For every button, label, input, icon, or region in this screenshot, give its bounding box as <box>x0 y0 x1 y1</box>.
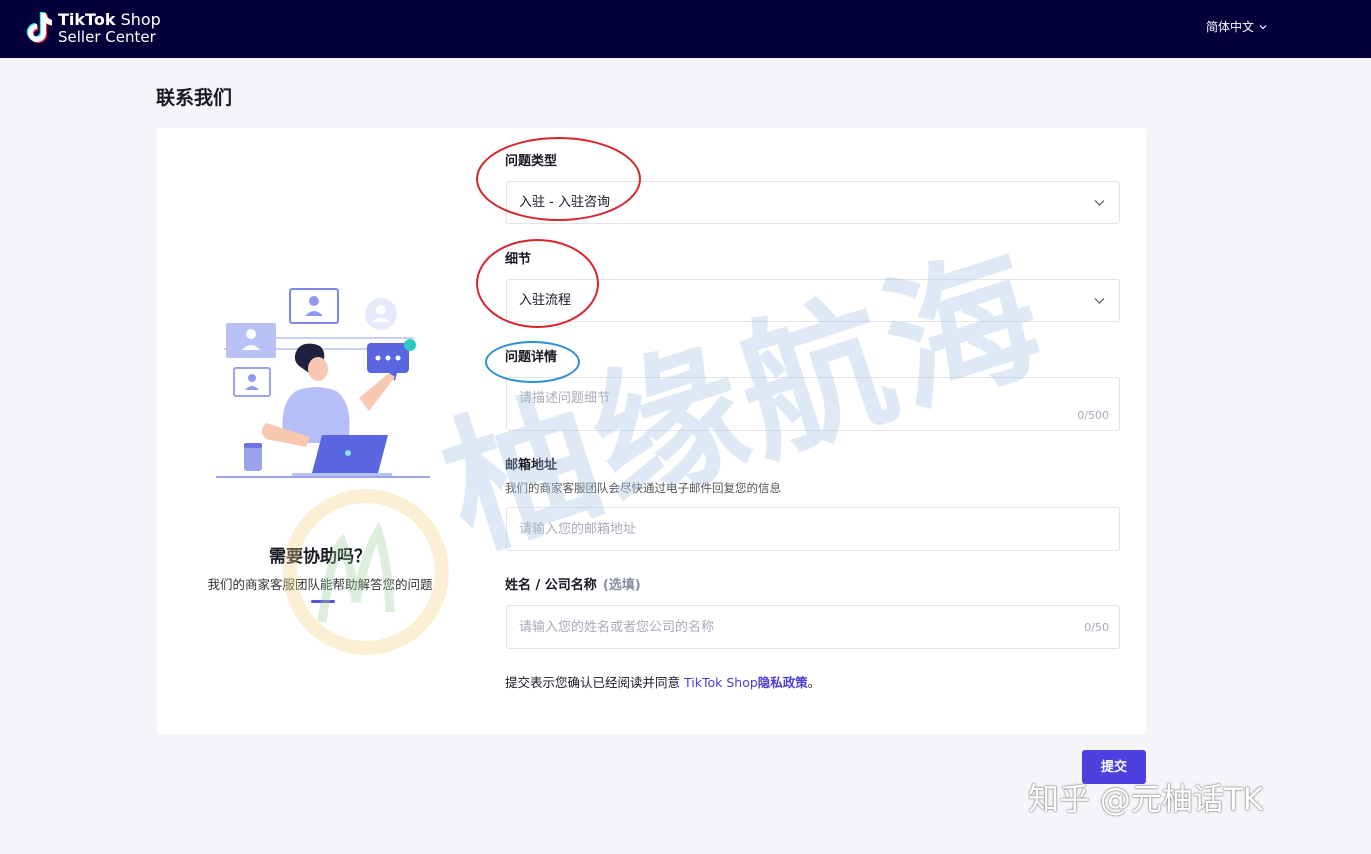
logo-wordmark-top[interactable]: TikTok Shop <box>58 11 161 29</box>
logo-shop-text: Shop <box>120 10 161 29</box>
issue-type-select[interactable]: 入驻 - 入驻咨询 <box>506 181 1120 224</box>
chevron-down-icon <box>1094 298 1105 304</box>
privacy-agreement-text: 提交表示您确认已经阅读并同意 TikTok Shop隐私政策。 <box>505 674 820 692</box>
email-label: 邮箱地址 <box>505 458 558 473</box>
name-company-field[interactable]: 请输入您的姓名或者您公司的名称 0/50 <box>506 605 1120 649</box>
issue-type-value: 入驻 - 入驻咨询 <box>519 195 610 210</box>
description-char-counter: 0/500 <box>1077 409 1109 422</box>
email-placeholder: 请输入您的邮箱地址 <box>519 522 637 537</box>
name-char-counter: 0/50 <box>1084 621 1109 634</box>
top-navigation-bar: TikTok Shop Seller Center 简体中文 <box>0 0 1371 58</box>
description-placeholder: 请描述问题细节 <box>519 391 611 406</box>
privacy-policy-link[interactable]: TikTok Shop隐私政策 <box>684 675 808 690</box>
language-selector[interactable]: 简体中文 <box>1206 18 1268 36</box>
page-title: 联系我们 <box>156 87 233 109</box>
name-placeholder: 请输入您的姓名或者您公司的名称 <box>519 620 715 635</box>
chevron-down-icon <box>1094 200 1105 206</box>
email-hint: 我们的商家客服团队会尽快通过电子邮件回复您的信息 <box>505 481 781 495</box>
agreement-prefix: 提交表示您确认已经阅读并同意 <box>505 675 681 690</box>
chevron-down-icon <box>1259 25 1267 30</box>
privacy-link-brand: TikTok Shop <box>684 675 758 690</box>
support-illustration <box>216 288 430 478</box>
description-label: 问题详情 <box>505 350 558 365</box>
help-accent-underline <box>311 600 335 603</box>
detail-label: 细节 <box>505 252 532 267</box>
logo-brand-text: TikTok <box>58 10 116 29</box>
description-textarea[interactable]: 请描述问题细节 0/500 <box>506 377 1120 431</box>
language-label: 简体中文 <box>1206 20 1255 34</box>
corner-watermark: 知乎 @元柚话TK <box>1028 782 1264 818</box>
detail-value: 入驻流程 <box>519 293 572 308</box>
optional-tag: (选填) <box>602 578 641 593</box>
help-title: 需要协助吗？ <box>269 547 371 567</box>
email-field[interactable]: 请输入您的邮箱地址 <box>506 507 1120 551</box>
tiktok-logo-icon[interactable] <box>26 11 52 45</box>
detail-select[interactable]: 入驻流程 <box>506 279 1120 322</box>
submit-button[interactable]: 提交 <box>1082 750 1146 784</box>
name-label: 姓名 / 公司名称 (选填) <box>505 577 641 595</box>
help-subtitle: 我们的商家客服团队能帮助解答您的问题 <box>207 577 433 592</box>
logo-wordmark-bottom[interactable]: Seller Center <box>58 28 156 46</box>
agreement-suffix: 。 <box>807 675 821 690</box>
privacy-link-policy: 隐私政策 <box>757 675 808 690</box>
issue-type-label: 问题类型 <box>505 154 558 169</box>
name-label-text: 姓名 / 公司名称 <box>505 578 597 593</box>
